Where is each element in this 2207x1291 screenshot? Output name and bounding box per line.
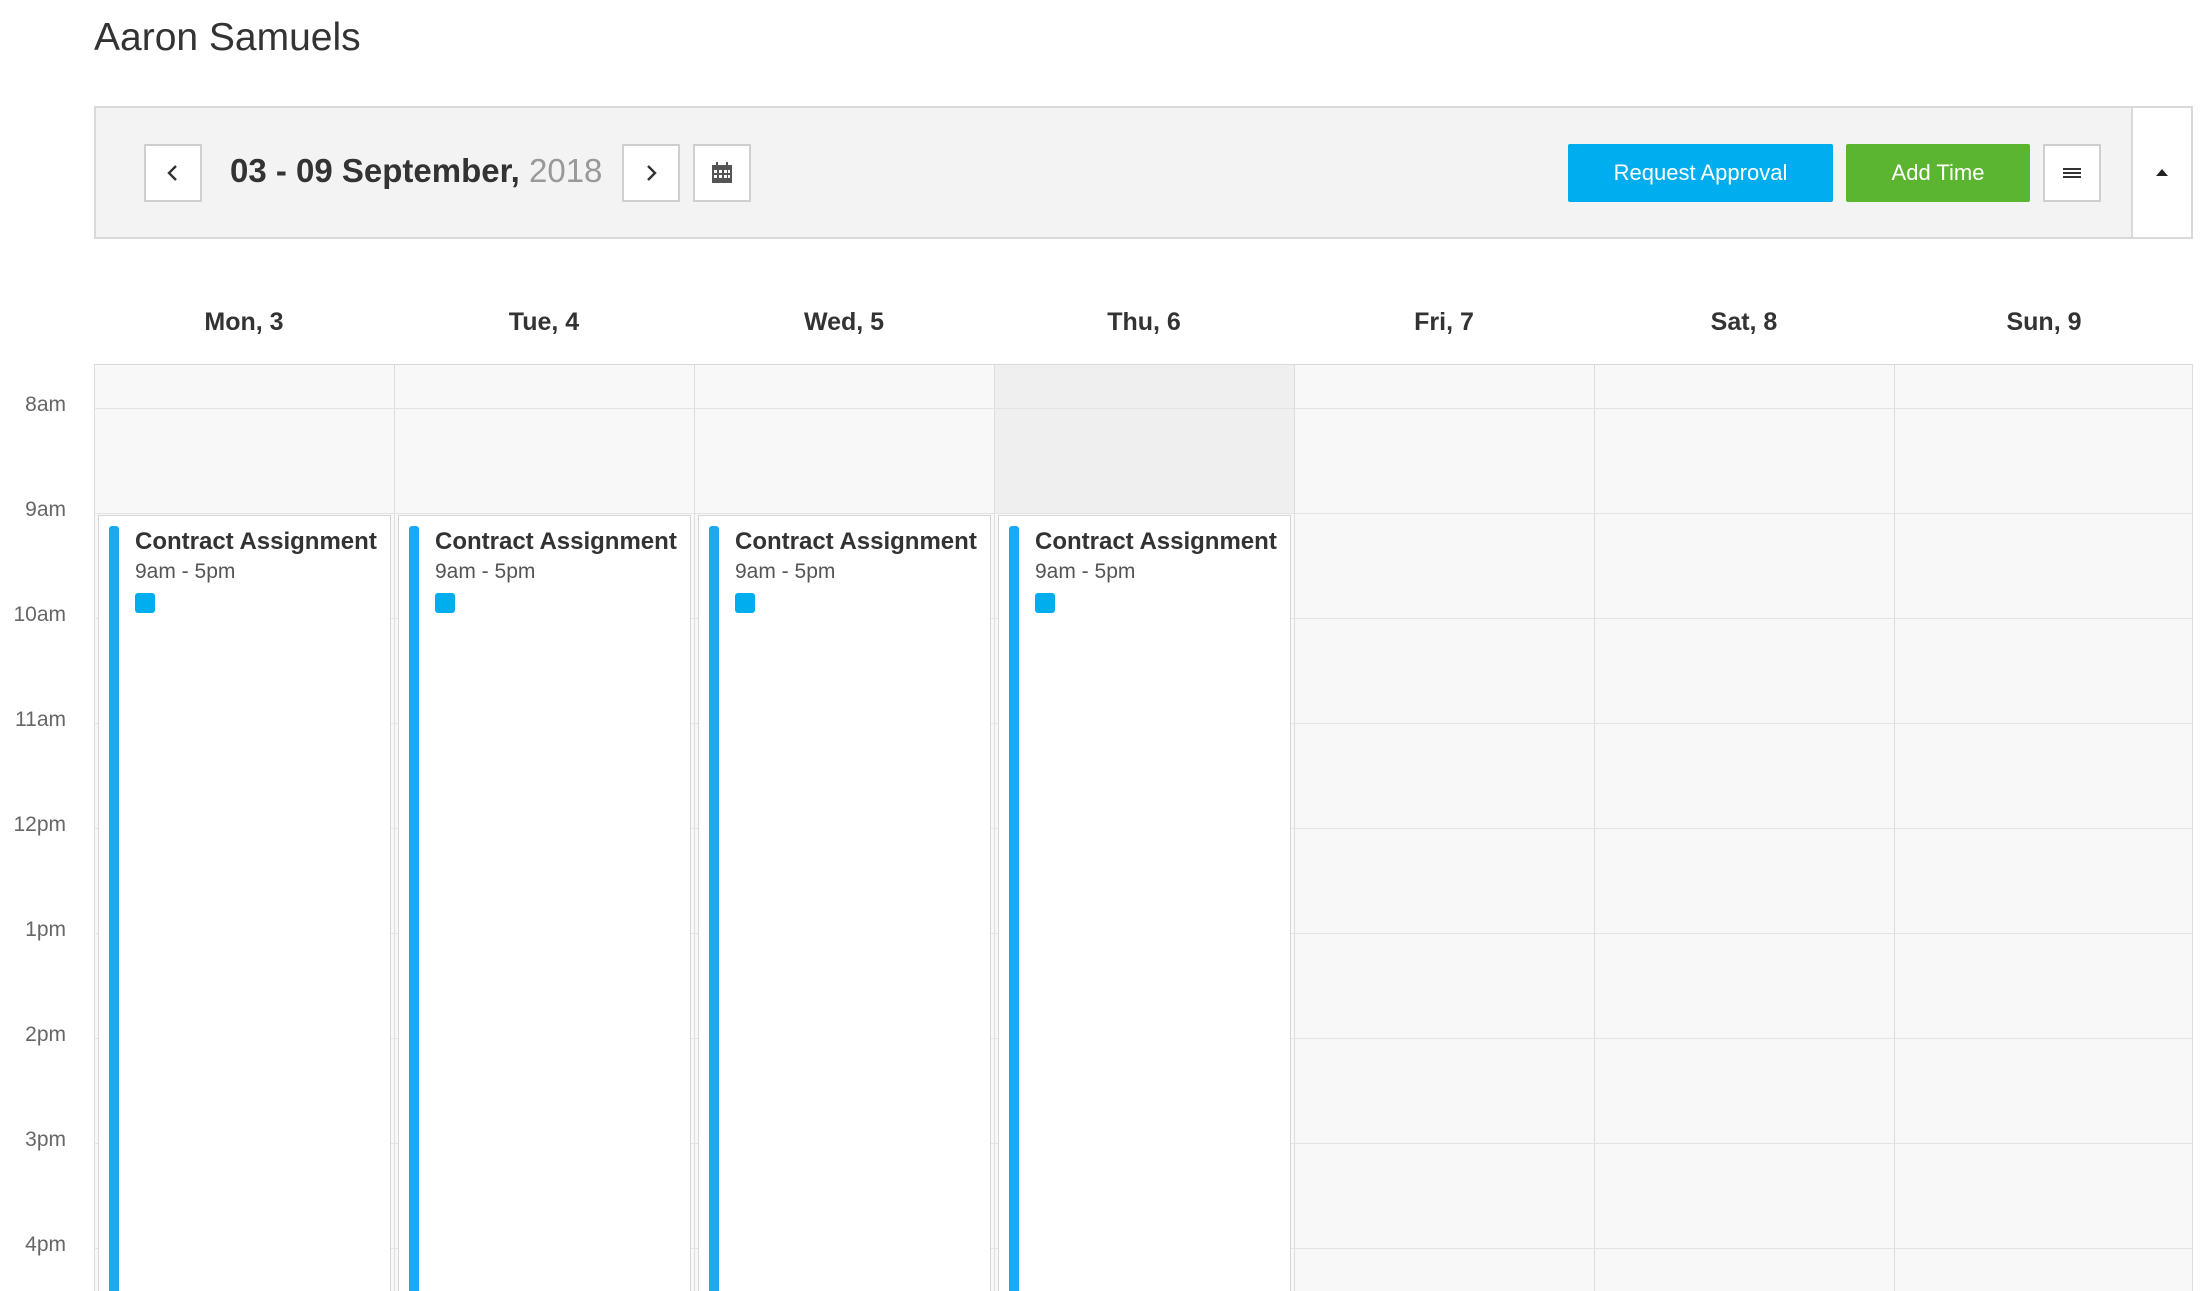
day-header-thu: Thu, 6 [1107,308,1181,336]
day-header-wed: Wed, 5 [803,308,885,336]
week-grid: Contract Assignment 9am - 5pm Contract A… [94,364,2193,1291]
caret-up-icon [2156,169,2168,176]
time-label: 1pm [25,918,66,941]
event-status-indicator [135,593,155,613]
day-header-sun: Sun, 9 [2006,308,2082,336]
event-color-bar [109,526,119,1291]
date-range: 03 - 09 September, 2018 [230,152,602,190]
event-color-bar [409,526,419,1291]
calendar-icon [712,162,732,183]
event-title: Contract Assignment [435,528,677,555]
event-card-thu[interactable]: Contract Assignment 9am - 5pm [998,515,1291,1291]
hamburger-menu-icon [2063,168,2081,178]
date-range-year: 2018 [529,152,603,189]
event-status-indicator [1035,593,1055,613]
week-toolbar: 03 - 09 September, 2018 Request Approval… [94,106,2193,239]
time-label: 11am [15,708,66,731]
event-color-bar [1009,526,1019,1291]
event-status-indicator [735,593,755,613]
event-title: Contract Assignment [135,528,377,555]
event-title: Contract Assignment [1035,528,1277,555]
date-range-text: 03 - 09 September, [230,152,520,189]
day-header-fri: Fri, 7 [1414,308,1474,336]
time-label: 12pm [13,813,66,836]
next-week-button[interactable] [622,144,680,202]
collapse-toolbar-button[interactable] [2131,108,2191,237]
event-card-mon[interactable]: Contract Assignment 9am - 5pm [98,515,391,1291]
event-time: 9am - 5pm [135,560,236,583]
day-headers: Mon, 3 Tue, 4 Wed, 5 Thu, 6 Fri, 7 Sat, … [94,308,2193,348]
event-card-wed[interactable]: Contract Assignment 9am - 5pm [698,515,991,1291]
day-header-sat: Sat, 8 [1710,308,1778,336]
grid-line [94,364,2193,365]
calendar-picker-button[interactable] [693,144,751,202]
grid-line [94,408,2193,409]
event-time: 9am - 5pm [1035,560,1136,583]
prev-week-button[interactable] [144,144,202,202]
time-label: 3pm [25,1128,66,1151]
event-status-indicator [435,593,455,613]
chevron-right-icon [647,165,657,181]
grid-line [94,513,2193,514]
event-card-tue[interactable]: Contract Assignment 9am - 5pm [398,515,691,1291]
day-header-tue: Tue, 4 [508,308,580,336]
event-time: 9am - 5pm [435,560,536,583]
chevron-left-icon [167,165,177,181]
time-label: 9am [25,498,66,521]
add-time-button[interactable]: Add Time [1846,144,2030,202]
event-time: 9am - 5pm [735,560,836,583]
page-title: Aaron Samuels [94,16,361,59]
time-label: 10am [13,603,66,626]
event-color-bar [709,526,719,1291]
menu-button[interactable] [2043,144,2101,202]
request-approval-button[interactable]: Request Approval [1568,144,1833,202]
time-label: 8am [25,393,66,416]
time-label: 2pm [25,1023,66,1046]
day-header-mon: Mon, 3 [204,308,284,336]
event-title: Contract Assignment [735,528,977,555]
day-column-thu[interactable] [994,364,1294,513]
time-label: 4pm [25,1233,66,1256]
